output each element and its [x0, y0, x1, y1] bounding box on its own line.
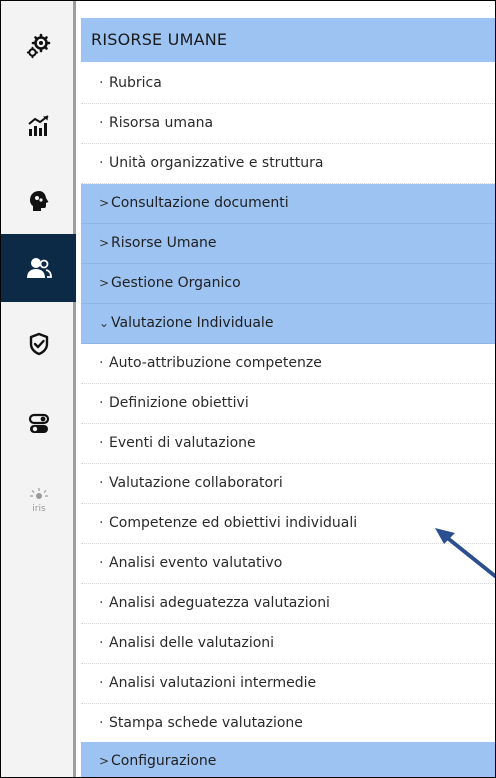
iris-logo-text: iris [32, 504, 46, 514]
icon-rail: iris [1, 1, 76, 777]
chevron-right-icon: > [99, 754, 110, 768]
bullet-icon: · [99, 435, 104, 451]
menu-item-label: Valutazione collaboratori [109, 475, 283, 491]
bullet-icon: · [99, 595, 104, 611]
menu-section-configurazione[interactable]: > Configurazione [81, 742, 495, 777]
navigation-menu: RISORSE UMANE · Rubrica · Risorsa umana · U… [81, 1, 495, 777]
bullet-icon: · [99, 675, 104, 691]
menu-section-risorse-umane[interactable]: > Risorse Umane [81, 224, 495, 264]
menu-item-stampa-schede-valutazione[interactable]: · Stampa schede valutazione [81, 704, 495, 744]
chevron-right-icon: > [99, 236, 110, 250]
menu-item-label: Eventi di valutazione [109, 435, 256, 451]
menu-item-label: Rubrica [109, 75, 162, 91]
menu-item-analisi-adeguatezza-valutazioni[interactable]: · Analisi adeguatezza valutazioni [81, 584, 495, 624]
menu-item-label: Analisi valutazioni intermedie [109, 675, 317, 691]
shield-check-icon [28, 332, 50, 356]
bullet-icon: · [99, 395, 104, 411]
app-frame: iris RISORSE UMANE · Rubrica · Risorsa uma… [0, 0, 496, 778]
menu-title: RISORSE UMANE [81, 18, 495, 62]
menu-item-label: Analisi delle valutazioni [109, 635, 275, 651]
menu-item-label: Risorsa umana [109, 115, 214, 131]
bullet-icon: · [99, 515, 104, 531]
chart-icon [27, 114, 51, 138]
menu-item-eventi-di-valutazione[interactable]: · Eventi di valutazione [81, 424, 495, 464]
menu-item-label: Competenze ed obiettivi individuali [109, 515, 358, 531]
menu-item-label: Analisi evento valutativo [109, 555, 283, 571]
rail-item-settings[interactable] [1, 26, 76, 66]
chevron-right-icon: > [99, 196, 110, 210]
menu-item-unita-organizzative[interactable]: · Unità organizzative e struttura [81, 144, 495, 184]
brain-head-icon [28, 189, 50, 213]
menu-item-auto-attribuzione-competenze[interactable]: · Auto-attribuzione competenze [81, 344, 495, 384]
menu-section-valutazione-individuale[interactable]: ⌄ Valutazione Individuale [81, 304, 495, 344]
bullet-icon: · [99, 635, 104, 651]
menu-section-label: Risorse Umane [111, 235, 217, 251]
menu-section-gestione-organico[interactable]: > Gestione Organico [81, 264, 495, 304]
menu-item-analisi-evento-valutativo[interactable]: · Analisi evento valutativo [81, 544, 495, 584]
bullet-icon: · [99, 475, 104, 491]
bullet-icon: · [99, 75, 104, 91]
menu-item-analisi-delle-valutazioni[interactable]: · Analisi delle valutazioni [81, 624, 495, 664]
menu-item-label: Analisi adeguatezza valutazioni [109, 595, 330, 611]
menu-item-label: Auto-attribuzione competenze [109, 355, 322, 371]
chevron-right-icon: > [99, 276, 110, 290]
menu-section-label: Consultazione documenti [111, 195, 289, 211]
menu-item-definizione-obiettivi[interactable]: · Definizione obiettivi [81, 384, 495, 424]
menu-item-label: Unità organizzative e struttura [109, 155, 324, 171]
bullet-icon: · [99, 115, 104, 131]
bullet-icon: · [99, 715, 104, 731]
menu-item-label: Stampa schede valutazione [109, 715, 303, 731]
gears-icon [26, 33, 52, 59]
menu-section-label: Gestione Organico [111, 275, 241, 291]
rail-item-human-resources[interactable] [1, 234, 76, 302]
iris-logo-icon: iris [27, 487, 51, 515]
menu-item-rubrica[interactable]: · Rubrica [81, 64, 495, 104]
toggle-icon [28, 413, 50, 435]
menu-section-label: Valutazione Individuale [111, 315, 274, 331]
bullet-icon: · [99, 555, 104, 571]
rail-item-analytics[interactable] [1, 106, 76, 146]
menu-section-consultazione-documenti[interactable]: > Consultazione documenti [81, 184, 495, 224]
bullet-icon: · [99, 355, 104, 371]
rail-item-options[interactable] [1, 404, 76, 444]
rail-item-intelligence[interactable] [1, 181, 76, 221]
chevron-down-icon: ⌄ [99, 316, 110, 330]
menu-item-label: Definizione obiettivi [109, 395, 249, 411]
rail-item-security[interactable] [1, 324, 76, 364]
menu-section-label: Configurazione [111, 753, 217, 769]
menu-item-competenze-ed-obiettivi-individuali[interactable]: · Competenze ed obiettivi individuali [81, 504, 495, 544]
menu-item-valutazione-collaboratori[interactable]: · Valutazione collaboratori [81, 464, 495, 504]
bullet-icon: · [99, 155, 104, 171]
menu-item-analisi-valutazioni-intermedie[interactable]: · Analisi valutazioni intermedie [81, 664, 495, 704]
people-icon [26, 257, 52, 279]
menu-item-risorsa-umana[interactable]: · Risorsa umana [81, 104, 495, 144]
rail-item-iris[interactable]: iris [1, 481, 76, 521]
